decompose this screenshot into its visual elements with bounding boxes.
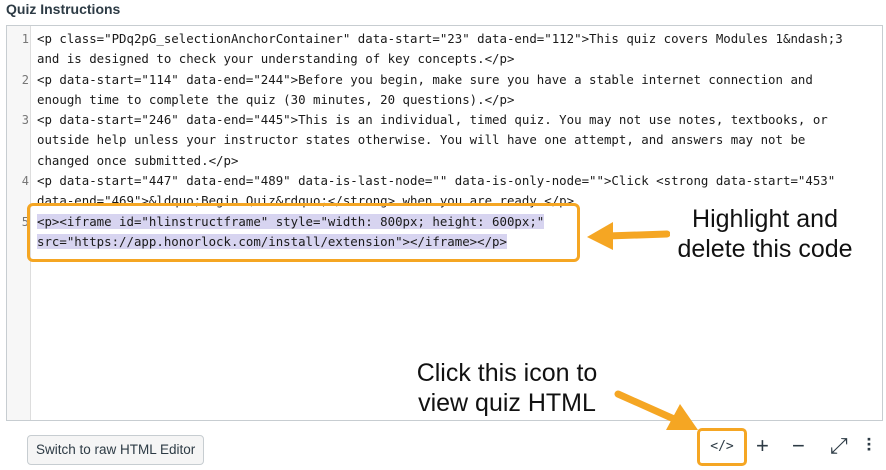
code-text: outside help unless your instructor stat… bbox=[37, 132, 806, 148]
code-line-3-wrap[interactable]: changed once submitted.</p> bbox=[37, 151, 872, 171]
plus-icon[interactable]: + bbox=[756, 434, 769, 458]
highlight-box-iframe-code bbox=[27, 203, 580, 262]
code-text: <p data-start="114" data-end="244">Befor… bbox=[37, 71, 813, 87]
code-line-2[interactable]: 2 <p data-start="114" data-end="244">Befo… bbox=[22, 70, 872, 90]
code-text: and is designed to check your understand… bbox=[37, 51, 515, 67]
line-number: 4 bbox=[21, 174, 29, 189]
html-code-view-icon[interactable]: </> bbox=[697, 428, 747, 466]
note-line: delete this code bbox=[677, 235, 853, 263]
line-number: 3 bbox=[21, 113, 29, 128]
code-text: <p data-start="246" data-end="445">This … bbox=[37, 112, 828, 128]
arrow-down-right-icon bbox=[614, 390, 698, 430]
line-number: 5 bbox=[21, 214, 29, 229]
code-text: enough time to complete the quiz (30 min… bbox=[37, 91, 515, 107]
code-line-3[interactable]: 3 <p data-start="246" data-end="445">This… bbox=[22, 110, 872, 130]
code-text: <p data-start="447" data-end="489" data-… bbox=[37, 173, 836, 189]
code-line-2-wrap[interactable]: enough time to complete the quiz (30 min… bbox=[37, 90, 872, 110]
line-number: 1 bbox=[21, 32, 29, 46]
code-line-3-wrap[interactable]: outside help unless your instructor stat… bbox=[37, 130, 872, 150]
code-text: changed once submitted.</p> bbox=[37, 152, 239, 168]
code-line-1-wrap[interactable]: and is designed to check your understand… bbox=[37, 49, 872, 69]
resize-grip-icon[interactable]: ⠇ bbox=[865, 434, 878, 458]
switch-to-raw-html-editor-button[interactable]: Switch to raw HTML Editor bbox=[27, 435, 205, 465]
code-line-4[interactable]: 4 <p data-start="447" data-end="489" data… bbox=[22, 171, 872, 191]
line-number: 2 bbox=[21, 72, 29, 87]
note-line: view quiz HTML bbox=[418, 389, 596, 417]
arrow-left-icon bbox=[587, 222, 670, 250]
quiz-instructions-title: Quiz Instructions bbox=[6, 1, 121, 17]
code-line-1[interactable]: 1 <p class="PDq2pG_selectionAnchorContain… bbox=[22, 29, 872, 49]
note-line: Highlight and bbox=[692, 205, 838, 233]
note-line: Click this icon to bbox=[416, 359, 598, 387]
fullscreen-expand-icon[interactable]: ⤢ bbox=[830, 434, 848, 458]
code-text: <p class="PDq2pG_selectionAnchorContaine… bbox=[37, 31, 843, 46]
minus-icon[interactable]: − bbox=[792, 434, 805, 458]
html-icon-note: Click this icon to view quiz HTML bbox=[392, 358, 622, 418]
delete-code-note: Highlight and delete this code bbox=[660, 204, 870, 264]
